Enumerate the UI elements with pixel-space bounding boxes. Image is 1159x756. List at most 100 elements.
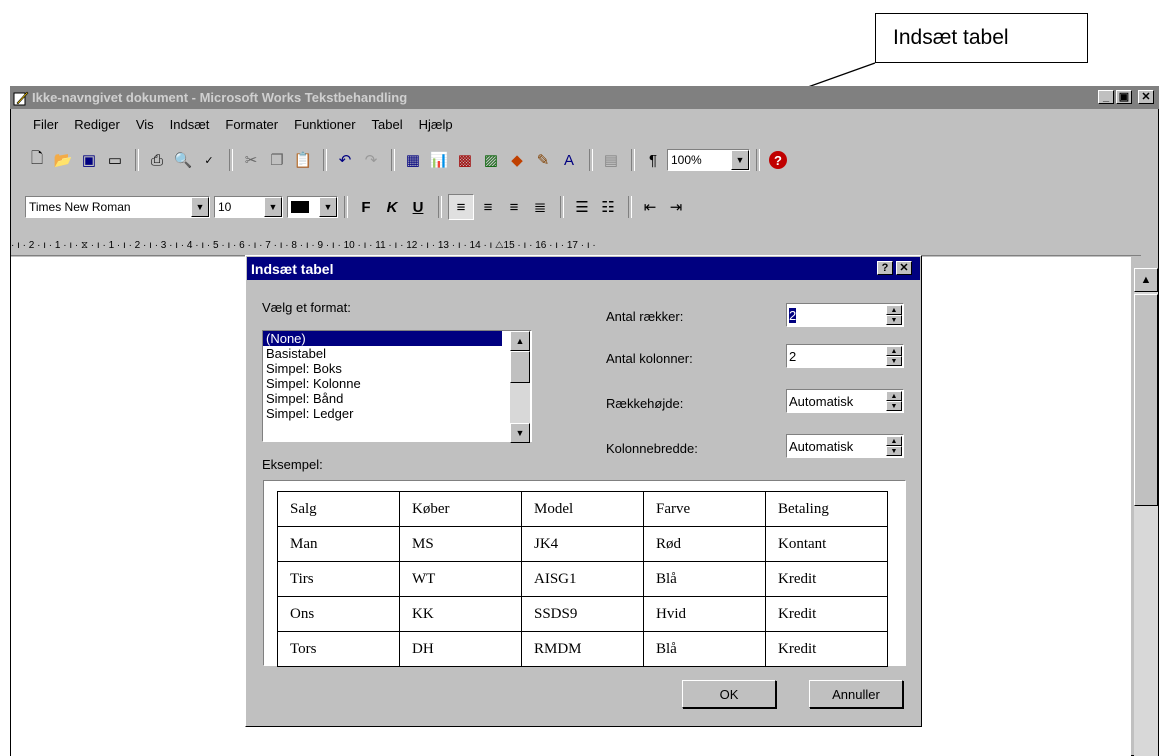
table-cell: Kontant (765, 526, 888, 562)
menu-rediger[interactable]: Rediger (74, 117, 120, 132)
bullets-icon[interactable]: ☰ (570, 195, 594, 219)
dialog-help-button[interactable]: ? (877, 261, 893, 275)
color-select[interactable]: ▼ (287, 196, 338, 218)
decrease-indent-icon[interactable]: ⇤ (638, 195, 662, 219)
columns-spinner[interactable]: 2 ▲ ▼ (786, 344, 904, 368)
color-swatch-icon (291, 201, 309, 213)
cut-icon[interactable]: ✂ (239, 148, 263, 172)
align-left-icon[interactable]: ≡ (448, 194, 474, 220)
undo-icon[interactable]: ↶ (333, 148, 357, 172)
insert-clipart-icon[interactable]: ▩ (453, 148, 477, 172)
dialog-close-button[interactable]: ✕ (896, 261, 912, 275)
align-right-icon[interactable]: ≡ (502, 195, 526, 219)
list-item[interactable]: Simpel: Bånd (263, 391, 531, 406)
table-cell: DH (399, 631, 522, 667)
spin-up-icon[interactable]: ▲ (886, 346, 902, 356)
spin-down-icon[interactable]: ▼ (886, 356, 902, 366)
table-row: Man MS JK4 Rød Kontant (277, 526, 888, 562)
window-titlebar: Ikke-navngivet dokument - Microsoft Work… (10, 86, 1159, 109)
insert-picture-icon[interactable]: ▨ (479, 148, 503, 172)
list-item[interactable]: Simpel: Kolonne (263, 376, 531, 391)
redo-icon[interactable]: ↷ (359, 148, 383, 172)
colwidth-spinner[interactable]: Automatisk ▲ ▼ (786, 434, 904, 458)
list-item[interactable]: (None) (263, 331, 502, 346)
justify-icon[interactable]: ≣ (528, 195, 552, 219)
menu-vis[interactable]: Vis (136, 117, 154, 132)
minimize-button[interactable]: _ (1098, 90, 1114, 104)
open-folder-icon[interactable]: 📂 (51, 148, 75, 172)
vertical-scrollbar[interactable]: ▲ (1134, 268, 1158, 756)
ok-button[interactable]: OK (682, 680, 776, 708)
align-center-icon[interactable]: ≡ (476, 195, 500, 219)
menu-tabel[interactable]: Tabel (372, 117, 403, 132)
scroll-thumb[interactable] (1134, 294, 1158, 506)
spin-up-icon[interactable]: ▲ (886, 436, 902, 446)
menu-indsaet[interactable]: Indsæt (170, 117, 210, 132)
standard-toolbar: 🗋 📂 ▣ ▭ ⎙ 🔍 ✓ ✂ ❐ 📋 ↶ ↷ ▦ 📊 ▩ ▨ ◆ ✎ A ▤ … (11, 143, 1158, 177)
spin-down-icon[interactable]: ▼ (886, 401, 902, 411)
table-cell: AISG1 (521, 561, 644, 597)
print-preview-icon[interactable]: 🔍 (171, 148, 195, 172)
chevron-down-icon[interactable]: ▼ (191, 197, 209, 217)
table-cell: JK4 (521, 526, 644, 562)
size-select[interactable]: 10 ▼ (214, 196, 283, 218)
rows-spinner[interactable]: 2 ▲ ▼ (786, 303, 904, 327)
font-select[interactable]: Times New Roman ▼ (25, 196, 210, 218)
table-cell: Model (521, 491, 644, 527)
scroll-up-icon[interactable]: ▲ (510, 331, 530, 351)
wordart-icon[interactable]: A (557, 148, 581, 172)
spellcheck-icon[interactable]: ✓ (197, 148, 221, 172)
address-icon[interactable]: ▤ (599, 148, 623, 172)
menu-formater[interactable]: Formater (225, 117, 278, 132)
size-value: 10 (218, 200, 232, 214)
increase-indent-icon[interactable]: ⇥ (664, 195, 688, 219)
chevron-down-icon[interactable]: ▼ (264, 197, 282, 217)
drawing-icon[interactable]: ✎ (531, 148, 555, 172)
paste-icon[interactable]: 📋 (291, 148, 315, 172)
save-icon[interactable]: ▣ (77, 148, 101, 172)
listbox-scrollbar[interactable]: ▲ ▼ (510, 331, 530, 443)
underline-button[interactable]: U (406, 195, 430, 219)
bold-button[interactable]: F (354, 195, 378, 219)
ruler[interactable]: · ı · 2 · ı · 1 · ı · ⧖ · ı · 1 · ı · 2 … (11, 236, 1141, 256)
spin-up-icon[interactable]: ▲ (886, 305, 902, 315)
spin-up-icon[interactable]: ▲ (886, 391, 902, 401)
insert-table-icon[interactable]: ▦ (401, 148, 425, 172)
spin-down-icon[interactable]: ▼ (886, 446, 902, 456)
list-item[interactable]: Basistabel (263, 346, 531, 361)
chevron-down-icon[interactable]: ▼ (731, 150, 749, 170)
zoom-select[interactable]: 100% ▼ (667, 149, 750, 171)
italic-button[interactable]: K (380, 195, 404, 219)
format-toolbar: Times New Roman ▼ 10 ▼ ▼ F K U ≡ ≡ ≡ ≣ ☰… (11, 190, 1158, 224)
rowheight-label: Rækkehøjde: (606, 396, 684, 411)
print-icon[interactable]: ⎙ (145, 148, 169, 172)
cancel-button[interactable]: Annuller (809, 680, 903, 708)
maximize-button[interactable]: ▣ (1116, 90, 1132, 104)
paragraph-marks-icon[interactable]: ¶ (641, 148, 665, 172)
new-document-icon[interactable]: 🗋 (25, 148, 49, 172)
help-icon[interactable]: ? (766, 148, 790, 172)
numbering-icon[interactable]: ☷ (596, 195, 620, 219)
columns-value: 2 (789, 348, 797, 364)
list-item[interactable]: Simpel: Ledger (263, 406, 531, 421)
scroll-up-icon[interactable]: ▲ (1134, 268, 1158, 292)
menu-filer[interactable]: Filer (33, 117, 58, 132)
copy-icon[interactable]: ❐ (265, 148, 289, 172)
table-cell: Man (277, 526, 400, 562)
close-button[interactable]: ✕ (1138, 90, 1154, 104)
scroll-thumb[interactable] (510, 351, 530, 383)
menu-hjaelp[interactable]: Hjælp (419, 117, 453, 132)
callout-label: Indsæt tabel (893, 26, 1009, 49)
insert-chart-icon[interactable]: 📊 (427, 148, 451, 172)
menu-funktioner[interactable]: Funktioner (294, 117, 355, 132)
address-book-icon[interactable]: ▭ (103, 148, 127, 172)
format-listbox[interactable]: (None) Basistabel Simpel: Boks Simpel: K… (262, 330, 532, 442)
list-item[interactable]: Simpel: Boks (263, 361, 531, 376)
chevron-down-icon[interactable]: ▼ (319, 197, 337, 217)
example-label: Eksempel: (262, 457, 323, 472)
spin-down-icon[interactable]: ▼ (886, 315, 902, 325)
table-cell: Hvid (643, 596, 766, 632)
insert-object-icon[interactable]: ◆ (505, 148, 529, 172)
rowheight-spinner[interactable]: Automatisk ▲ ▼ (786, 389, 904, 413)
scroll-down-icon[interactable]: ▼ (510, 423, 530, 443)
